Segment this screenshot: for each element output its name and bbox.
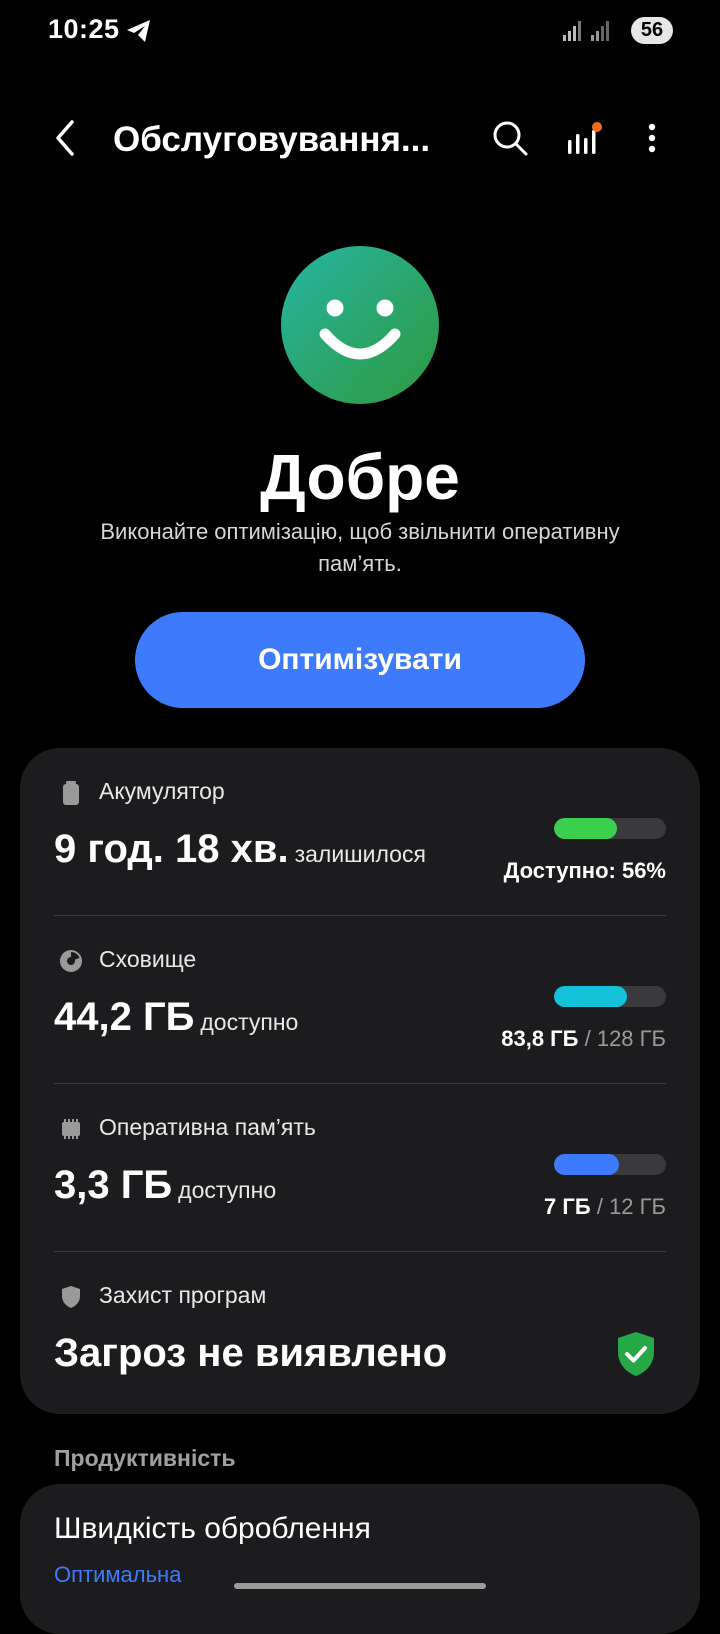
ram-free: 3,3 ГБ доступно	[54, 1163, 276, 1208]
storage-used: 83,8 ГБ	[501, 1026, 579, 1051]
storage-suffix: доступно	[200, 1009, 299, 1035]
ram-suffix: доступно	[178, 1177, 277, 1203]
performance-heading: Продуктивність	[54, 1445, 236, 1471]
ram-used: 7 ГБ	[544, 1194, 591, 1219]
battery-icon	[63, 781, 79, 805]
storage-free-value: 44,2 ГБ	[54, 995, 195, 1039]
processing-speed-title: Швидкість оброблення	[54, 1512, 371, 1545]
storage-total: 128 ГБ	[596, 1026, 666, 1051]
battery-label: Акумулятор	[99, 778, 225, 804]
status-time: 10:25	[48, 14, 120, 44]
smiley-icon	[281, 246, 439, 404]
status-bar: 10:25 56	[0, 0, 720, 64]
ram-label: Оперативна пам’ять	[99, 1114, 316, 1140]
battery-suffix: залишилося	[294, 841, 426, 867]
signal-icon	[563, 21, 581, 41]
storage-section[interactable]: Сховище 44,2 ГБ доступно 83,8 ГБ / 128 ГБ	[20, 916, 700, 1084]
app-bar: Обслуговування...	[0, 100, 720, 180]
battery-bar-fill	[554, 818, 617, 839]
battery-level-badge: 56	[631, 17, 673, 44]
ram-usage: 7 ГБ / 12 ГБ	[544, 1194, 666, 1220]
page-title: Обслуговування...	[113, 120, 431, 159]
app-protection-status: Загроз не виявлено	[54, 1331, 448, 1375]
storage-label: Сховище	[99, 946, 197, 972]
shield-check-icon	[618, 1332, 654, 1376]
shield-icon	[62, 1286, 80, 1308]
device-care-card: Акумулятор 9 год. 18 хв. залишилося Досту…	[20, 748, 700, 1414]
more-options-icon[interactable]	[632, 118, 672, 158]
battery-available: Доступно: 56%	[504, 858, 666, 884]
storage-icon	[60, 950, 82, 972]
storage-separator: /	[584, 1026, 591, 1051]
battery-bar	[554, 818, 666, 839]
storage-bar-fill	[554, 986, 628, 1007]
battery-remaining: 9 год. 18 хв. залишилося	[54, 827, 426, 872]
ram-bar-fill	[554, 1154, 619, 1175]
optimize-button[interactable]: Оптимізувати	[135, 612, 585, 708]
telegram-icon	[127, 20, 150, 42]
processing-speed-item[interactable]: Швидкість оброблення Оптимальна	[20, 1484, 700, 1634]
battery-available-text: Доступно: 56%	[503, 858, 666, 883]
ram-separator: /	[596, 1194, 603, 1219]
search-icon[interactable]	[490, 118, 530, 158]
notification-dot	[592, 122, 602, 132]
battery-time: 9 год. 18 хв.	[54, 827, 289, 871]
ram-bar	[554, 1154, 666, 1175]
storage-usage: 83,8 ГБ / 128 ГБ	[501, 1026, 666, 1052]
processing-speed-value: Оптимальна	[54, 1562, 182, 1587]
back-arrow-icon[interactable]	[50, 116, 82, 160]
app-protection-label: Захист програм	[99, 1282, 267, 1308]
home-indicator[interactable]	[234, 1583, 486, 1589]
signal-icon-secondary	[591, 21, 609, 41]
battery-section[interactable]: Акумулятор 9 год. 18 хв. залишилося Досту…	[20, 748, 700, 916]
ram-section[interactable]: Оперативна пам’ять 3,3 ГБ доступно 7 ГБ /…	[20, 1084, 700, 1252]
ram-icon	[62, 1119, 80, 1139]
status-heading: Добре	[260, 441, 460, 513]
ram-free-value: 3,3 ГБ	[54, 1163, 173, 1207]
storage-free: 44,2 ГБ доступно	[54, 995, 298, 1040]
storage-bar	[554, 986, 666, 1007]
status-description: Виконайте оптимізацію, щоб звільнити опе…	[100, 519, 620, 576]
app-protection-section[interactable]: Захист програм Загроз не виявлено	[20, 1252, 700, 1420]
ram-total: 12 ГБ	[609, 1194, 666, 1219]
